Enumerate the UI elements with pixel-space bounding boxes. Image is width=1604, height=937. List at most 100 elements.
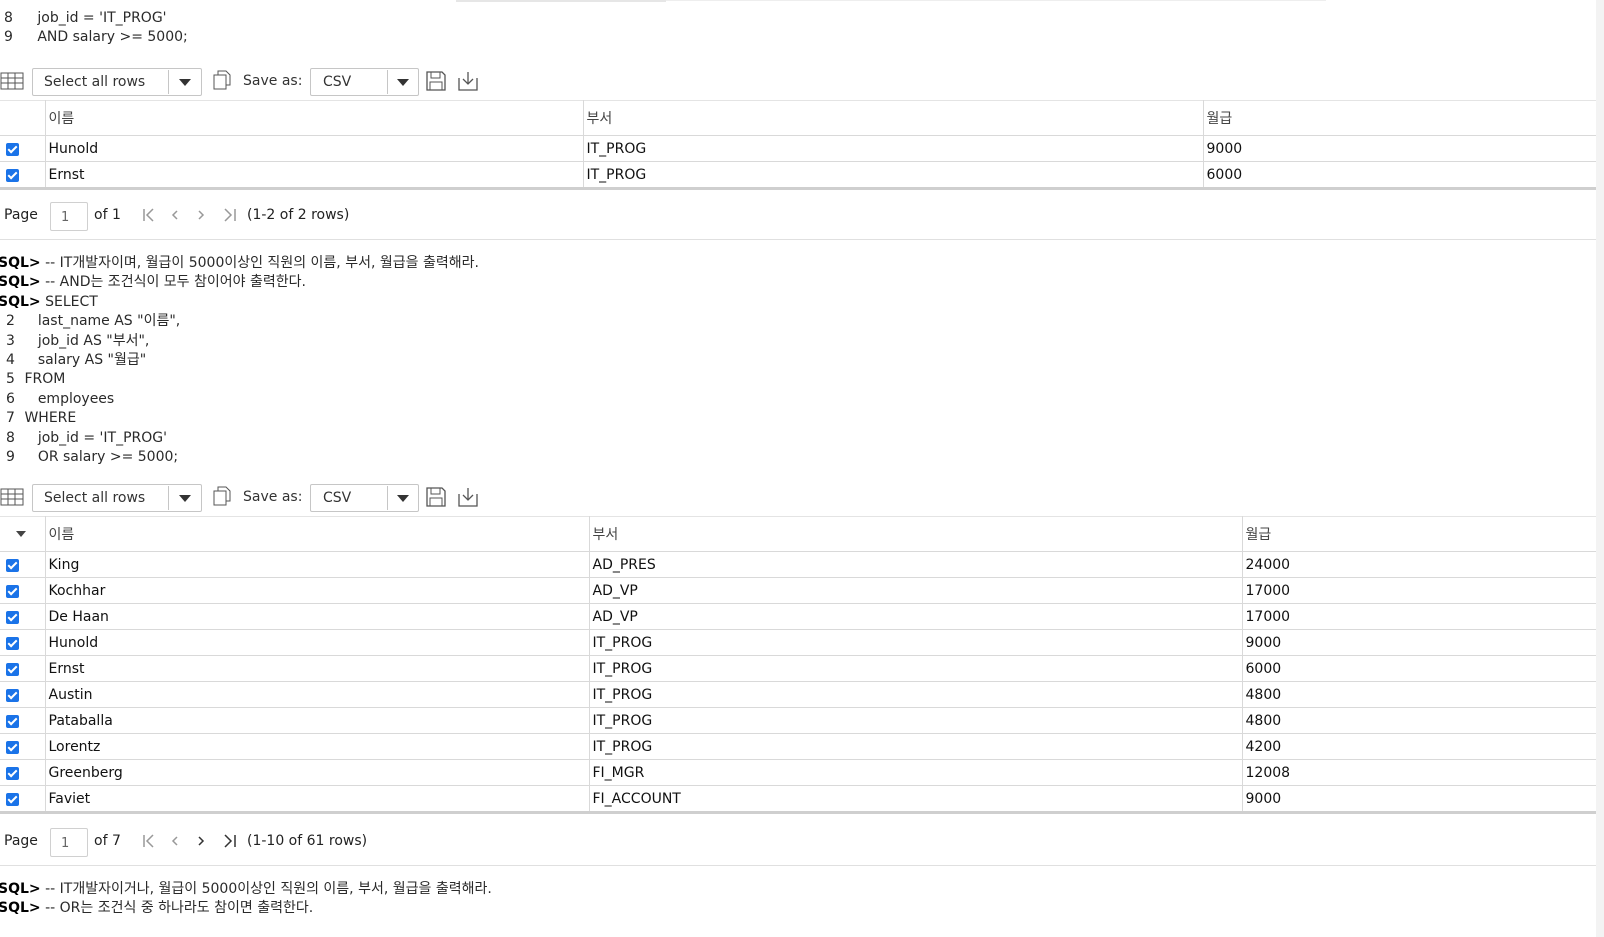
sql-prompt: SQL>	[0, 900, 41, 917]
select-rows-value: Select all rows	[44, 490, 146, 506]
prev-page-icon[interactable]	[167, 206, 183, 224]
line-number: 9	[4, 29, 13, 46]
cell-dept: IT_PROG	[588, 629, 1243, 656]
cell-dept: IT_PROG	[588, 681, 1243, 708]
table-row: Faviet FI_ACCOUNT 9000	[0, 785, 1597, 814]
row-checkbox[interactable]	[6, 714, 19, 728]
column-header-dept[interactable]: 부서	[582, 100, 1204, 136]
page-count: of 7	[94, 833, 121, 849]
cell-dept: AD_VP	[588, 577, 1243, 604]
row-checkbox[interactable]	[6, 142, 19, 156]
code-comment: -- AND는 조건식이 모두 참이어야 출력한다.	[45, 274, 306, 291]
download-icon[interactable]	[456, 485, 480, 509]
cell-name: De Haan	[44, 603, 590, 630]
cell-dept: IT_PROG	[588, 655, 1243, 682]
row-checkbox[interactable]	[6, 740, 19, 754]
first-page-icon[interactable]	[141, 832, 157, 850]
sql-prompt: SQL>	[0, 293, 41, 310]
code-line: AND salary >= 5000;	[37, 29, 188, 46]
cell-salary: 4200	[1241, 733, 1597, 760]
download-icon[interactable]	[456, 69, 480, 93]
pager-1: Page 1 of 1 (1-2 of 2 rows)	[0, 193, 1604, 240]
table-row: Lorentz IT_PROG 4200	[0, 733, 1597, 760]
select-rows-dropdown[interactable]: Select all rows	[32, 484, 202, 512]
copy-icon[interactable]	[210, 484, 234, 508]
last-page-icon[interactable]	[222, 206, 238, 224]
row-checkbox[interactable]	[6, 662, 19, 676]
table-row: Greenberg FI_MGR 12008	[0, 759, 1597, 786]
sql-prompt: SQL>	[0, 881, 41, 897]
next-page-icon[interactable]	[193, 206, 209, 224]
page-label: Page	[4, 833, 38, 849]
column-header-dept[interactable]: 부서	[588, 516, 1243, 552]
column-header-salary[interactable]: 월급	[1241, 516, 1597, 552]
next-page-icon[interactable]	[193, 832, 209, 850]
results-grid-2: 이름 부서 월급 King AD_PRES 24000 Kochhar AD_VP 170…	[0, 516, 1597, 814]
format-dropdown[interactable]: CSV	[310, 484, 419, 512]
cell-salary: 4800	[1241, 707, 1597, 734]
cell-name: Ernst	[44, 161, 584, 190]
format-dropdown[interactable]: CSV	[310, 68, 419, 96]
table-row: Pataballa IT_PROG 4800	[0, 707, 1597, 734]
cell-name: Austin	[44, 681, 590, 708]
column-header-salary[interactable]: 월급	[1202, 100, 1597, 136]
grid-icon[interactable]	[0, 72, 24, 90]
code-line: OR salary >= 5000;	[37, 448, 179, 465]
grid-icon[interactable]	[0, 488, 24, 506]
cell-name: Hunold	[44, 629, 590, 656]
page-count: of 1	[94, 207, 121, 223]
page-number-input[interactable]: 1	[50, 202, 88, 231]
row-checkbox[interactable]	[6, 636, 19, 650]
table-row: De Haan AD_VP 17000	[0, 603, 1597, 630]
chevron-down-icon	[179, 495, 191, 502]
copy-icon[interactable]	[210, 68, 234, 92]
code-comment: -- OR는 조건식 중 하나라도 참이면 출력한다.	[45, 900, 314, 917]
line-number: 8	[4, 10, 13, 26]
cell-salary: 24000	[1241, 551, 1597, 578]
prev-page-icon[interactable]	[167, 832, 183, 850]
row-checkbox[interactable]	[6, 584, 19, 598]
query1-code: 8 job_id = 'IT_PROG' 9 AND salary >= 500…	[0, 9, 188, 48]
select-all-header[interactable]	[0, 516, 46, 552]
format-value: CSV	[323, 490, 352, 506]
code-line: employees	[37, 390, 115, 407]
cell-salary: 6000	[1241, 655, 1597, 682]
cell-salary: 17000	[1241, 603, 1597, 630]
cell-dept: FI_MGR	[588, 759, 1243, 786]
row-checkbox[interactable]	[6, 610, 19, 624]
row-checkbox[interactable]	[6, 792, 19, 806]
select-rows-dropdown[interactable]: Select all rows	[32, 68, 202, 96]
column-header-name[interactable]: 이름	[44, 516, 590, 552]
results-toolbar: Select all rows Save as: CSV	[0, 66, 1000, 98]
cell-name: Ernst	[44, 655, 590, 682]
row-checkbox[interactable]	[6, 558, 19, 572]
table-row: King AD_PRES 24000	[0, 551, 1597, 578]
code-comment: -- IT개발자이거나, 월급이 5000이상인 직원의 이름, 부서, 월급을…	[45, 881, 492, 897]
row-checkbox[interactable]	[6, 766, 19, 780]
line-number: 6	[6, 390, 15, 407]
chevron-down-icon	[397, 495, 409, 502]
line-number: 5	[6, 371, 15, 388]
line-number: 2	[6, 313, 15, 330]
save-as-label: Save as:	[243, 73, 303, 89]
row-checkbox[interactable]	[6, 688, 19, 702]
cell-name: Faviet	[44, 785, 590, 814]
cell-dept: FI_ACCOUNT	[588, 785, 1243, 814]
code-line: job_id AS "부서",	[37, 332, 150, 349]
save-icon[interactable]	[424, 69, 448, 93]
last-page-icon[interactable]	[222, 832, 238, 850]
chevron-down-icon	[179, 79, 191, 86]
table-row: Kochhar AD_VP 17000	[0, 577, 1597, 604]
query2-code: SQL> -- IT개발자이며, 월급이 5000이상인 직원의 이름, 부서,…	[0, 254, 479, 467]
results-grid-1: 이름 부서 월급 Hunold IT_PROG 9000 Ernst IT_PR…	[0, 100, 1597, 190]
save-icon[interactable]	[424, 485, 448, 509]
results-toolbar: Select all rows Save as: CSV	[0, 482, 1000, 514]
row-checkbox[interactable]	[6, 168, 19, 182]
page-number-input[interactable]: 1	[50, 828, 88, 857]
first-page-icon[interactable]	[141, 206, 157, 224]
table-row: Ernst IT_PROG 6000	[0, 161, 1597, 190]
cell-name: Hunold	[44, 135, 584, 162]
vertical-scrollbar[interactable]	[1596, 0, 1604, 937]
cell-name: Kochhar	[44, 577, 590, 604]
column-header-name[interactable]: 이름	[44, 100, 584, 136]
